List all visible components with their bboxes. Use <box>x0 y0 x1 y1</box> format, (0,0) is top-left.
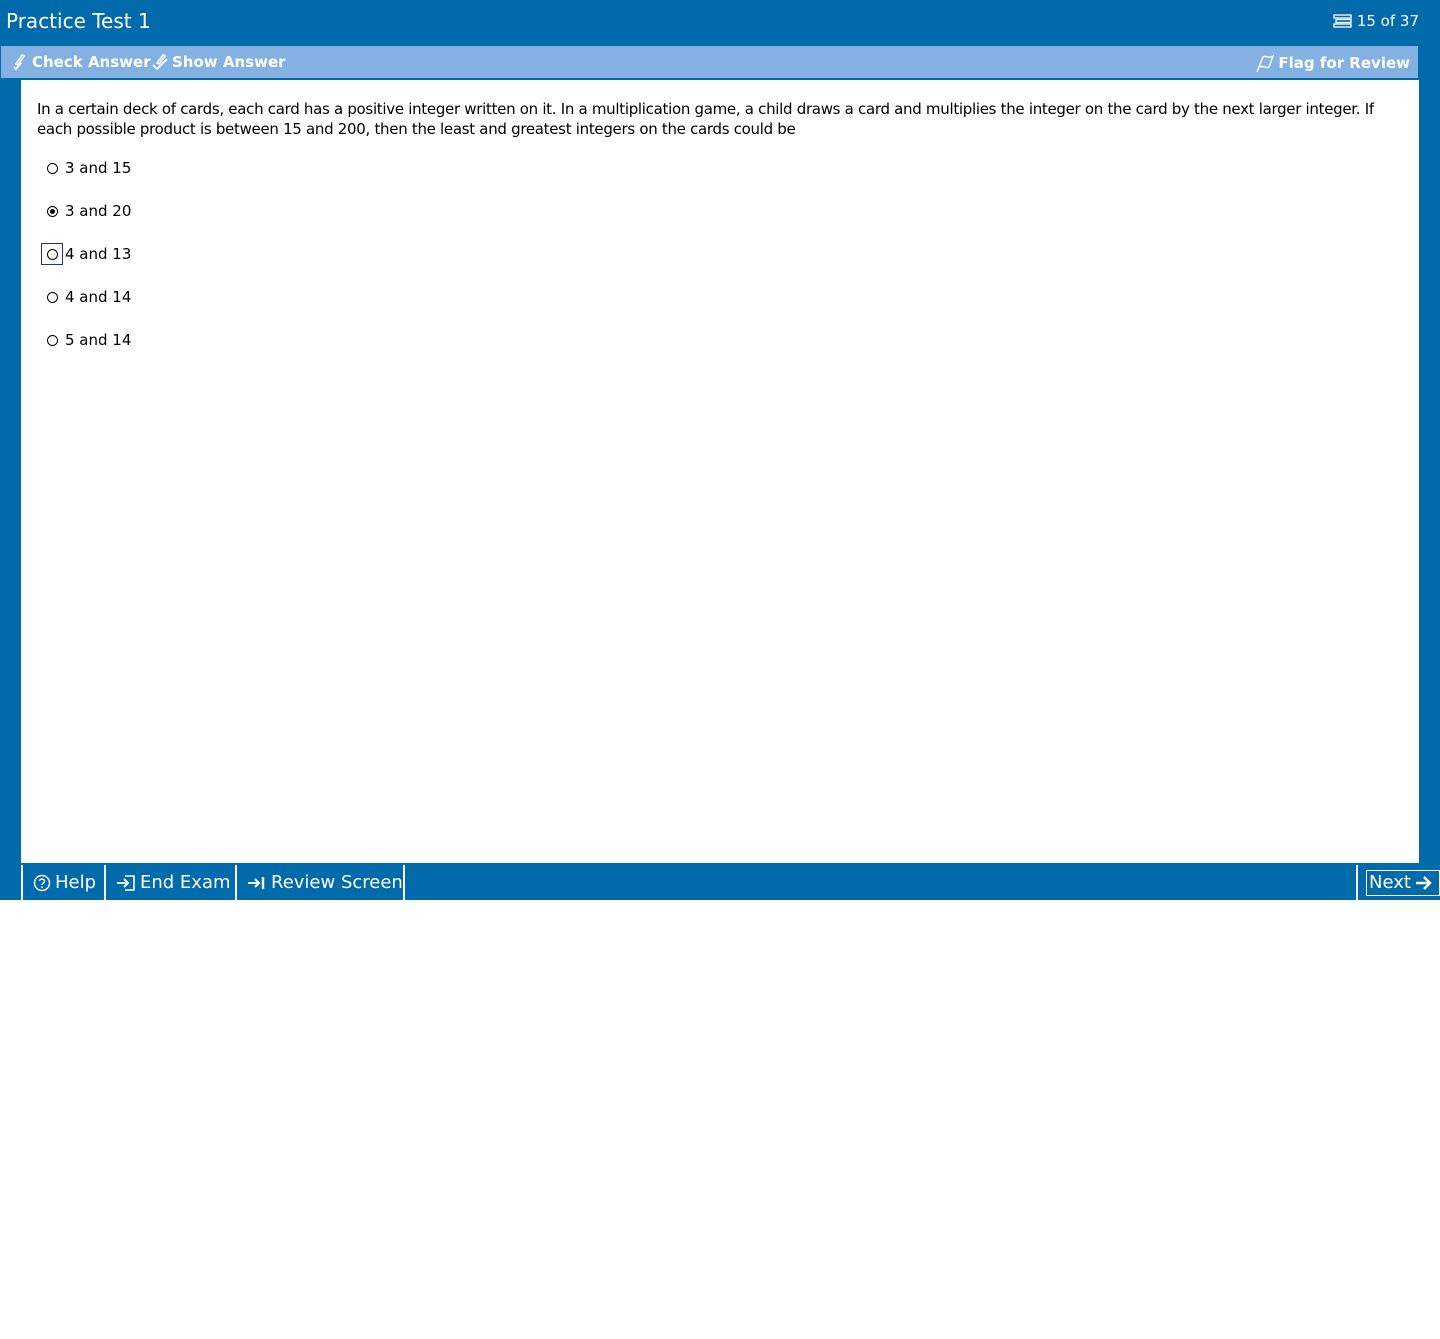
answer-option[interactable]: 3 and 20 <box>41 199 131 223</box>
answer-option[interactable]: 4 and 14 <box>41 285 131 309</box>
end-exam-button[interactable]: End Exam <box>104 865 236 900</box>
question-counter: 15 of 37 <box>1333 12 1419 30</box>
next-label: Next <box>1369 872 1411 893</box>
check-pencil-icon <box>11 53 29 71</box>
help-icon <box>33 874 55 892</box>
show-pencil-icon <box>151 53 169 71</box>
radio-button[interactable] <box>41 157 63 179</box>
radio-selected-icon <box>46 205 58 217</box>
end-exam-label: End Exam <box>140 872 231 893</box>
list-icon <box>1333 14 1353 28</box>
check-answer-label: Check Answer <box>32 53 151 71</box>
flag-for-review-button[interactable]: Flag for Review <box>1255 53 1410 73</box>
radio-button[interactable] <box>41 243 63 265</box>
next-button[interactable]: Next <box>1356 865 1440 900</box>
exit-icon <box>116 874 140 892</box>
bottom-bar: Help End Exam Review Screen Next <box>0 863 1440 900</box>
radio-button[interactable] <box>41 286 63 308</box>
radio-circle-icon <box>46 248 58 260</box>
option-label: 4 and 13 <box>65 245 132 263</box>
flag-review-label: Flag for Review <box>1278 54 1410 72</box>
exam-window: Practice Test 1 15 of 37 Check Answer Sh… <box>0 0 1440 900</box>
review-screen-button[interactable]: Review Screen <box>235 865 405 900</box>
option-label: 3 and 20 <box>65 202 132 220</box>
answer-option[interactable]: 5 and 14 <box>41 328 131 352</box>
review-screen-label: Review Screen <box>271 872 403 893</box>
answer-option[interactable]: 4 and 13 <box>41 242 131 266</box>
help-label: Help <box>55 872 97 893</box>
radio-circle-icon <box>46 334 58 346</box>
title-bar: Practice Test 1 15 of 37 <box>0 0 1440 45</box>
next-focus-frame: Next <box>1366 869 1440 896</box>
question-text: In a certain deck of cards, each card ha… <box>37 100 1374 138</box>
question-progress: 15 of 37 <box>1356 12 1419 30</box>
answer-option[interactable]: 3 and 15 <box>41 156 131 180</box>
arrow-to-bar-icon <box>247 874 271 892</box>
question-panel: In a certain deck of cards, each card ha… <box>21 80 1419 863</box>
page-title: Practice Test 1 <box>6 9 151 33</box>
show-answer-button[interactable]: Show Answer <box>151 53 286 71</box>
flag-icon <box>1255 53 1275 73</box>
option-label: 5 and 14 <box>65 331 132 349</box>
radio-circle-icon <box>46 162 58 174</box>
radio-button[interactable] <box>41 200 63 222</box>
radio-circle-icon <box>46 291 58 303</box>
show-answer-label: Show Answer <box>172 53 286 71</box>
radio-button[interactable] <box>41 329 63 351</box>
check-answer-button[interactable]: Check Answer <box>11 53 151 71</box>
option-label: 3 and 15 <box>65 159 132 177</box>
toolbar: Check Answer Show Answer Flag for Review <box>1 46 1418 78</box>
help-button[interactable]: Help <box>21 865 105 900</box>
option-label: 4 and 14 <box>65 288 132 306</box>
arrow-right-icon <box>1415 875 1437 891</box>
